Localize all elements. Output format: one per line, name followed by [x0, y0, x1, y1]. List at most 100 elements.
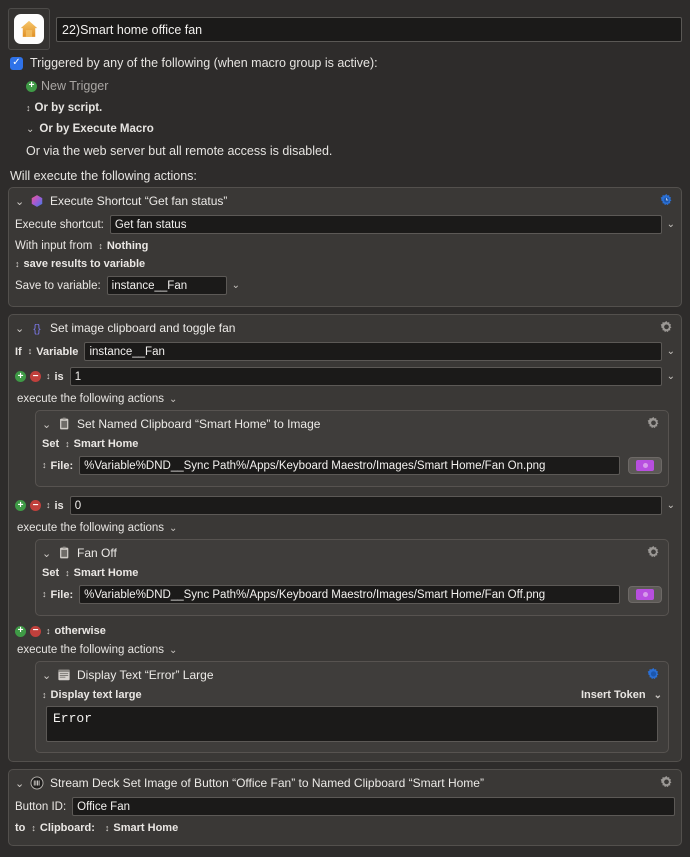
gear-icon-blue[interactable]: [659, 193, 674, 208]
stepper-icon[interactable]: ↕: [15, 259, 20, 269]
save-results-row[interactable]: ↕ save results to variable: [15, 255, 675, 273]
save-to-variable-row[interactable]: Save to variable: instance__Fan ⌄: [15, 273, 675, 298]
stepper-icon[interactable]: ↕: [46, 626, 51, 636]
new-action-button[interactable]: + New Action: [0, 853, 690, 857]
condition-row[interactable]: + − ↕ is 0 ⌄: [15, 493, 675, 518]
chevron-down-icon[interactable]: ⌄: [169, 394, 177, 405]
otherwise-row[interactable]: + − ↕ otherwise: [15, 622, 675, 640]
condition-operator[interactable]: is: [55, 500, 64, 512]
if-type-value[interactable]: Variable: [36, 346, 78, 358]
macro-icon-well[interactable]: [8, 8, 50, 50]
macro-name-field[interactable]: 22)Smart home office fan: [56, 17, 682, 42]
file-path-input[interactable]: %Variable%DND__Sync Path%/Apps/Keyboard …: [79, 456, 620, 475]
condition-row[interactable]: + − ↕ is 1 ⌄: [15, 364, 675, 389]
condition-value-input[interactable]: 0: [69, 496, 662, 515]
disclosure-chevron-icon[interactable]: ⌄: [15, 322, 24, 335]
stepper-icon[interactable]: ↕: [98, 241, 103, 251]
gear-icon-blue[interactable]: [646, 667, 661, 682]
with-input-from-value[interactable]: Nothing: [107, 240, 149, 252]
set-clipboard-row[interactable]: Set ↕ Smart Home: [42, 435, 662, 453]
disclosure-chevron-icon[interactable]: ⌄: [42, 418, 51, 431]
or-by-execute-macro-row[interactable]: ⌄ Or by Execute Macro: [10, 123, 682, 135]
condition-operator[interactable]: is: [55, 371, 64, 383]
trigger-enabled-row[interactable]: ✓ Triggered by any of the following (whe…: [10, 56, 682, 70]
button-id-input[interactable]: Office Fan: [72, 797, 675, 816]
chevron-down-icon[interactable]: ⌄: [667, 346, 675, 357]
clipboard-value[interactable]: Smart Home: [113, 822, 178, 834]
if-variable-input[interactable]: instance__Fan: [84, 342, 662, 361]
plus-icon[interactable]: +: [15, 625, 26, 637]
chevron-down-icon[interactable]: ⌄: [667, 500, 675, 511]
button-id-row[interactable]: Button ID: Office Fan: [15, 794, 675, 819]
execute-following-actions-row[interactable]: execute the following actions ⌄: [15, 640, 675, 661]
condition-value-input[interactable]: 1: [69, 367, 662, 386]
image-thumbnail-button[interactable]: [628, 586, 662, 603]
chevron-down-icon[interactable]: ⌄: [232, 280, 240, 291]
action-display-text[interactable]: ⌄ Display Text “Error” Large ↕ Display t…: [35, 661, 669, 753]
file-row[interactable]: ↕ File: %Variable%DND__Sync Path%/Apps/K…: [42, 453, 662, 478]
gear-icon-gray[interactable]: [646, 416, 661, 431]
chevron-down-icon[interactable]: ⌄: [654, 690, 662, 701]
plus-icon[interactable]: +: [15, 371, 26, 382]
chevron-down-icon[interactable]: ⌄: [169, 645, 177, 656]
chevron-down-icon[interactable]: ⌄: [667, 219, 675, 230]
file-row[interactable]: ↕ File: %Variable%DND__Sync Path%/Apps/K…: [42, 582, 662, 607]
plus-icon[interactable]: +: [26, 80, 37, 92]
file-path-input[interactable]: %Variable%DND__Sync Path%/Apps/Keyboard …: [79, 585, 620, 604]
chevron-down-icon[interactable]: ⌄: [169, 523, 177, 534]
chevron-down-icon[interactable]: ⌄: [667, 371, 675, 382]
stepper-icon[interactable]: ↕: [31, 823, 36, 833]
gear-icon-gray[interactable]: [646, 545, 661, 560]
set-value[interactable]: Smart Home: [74, 567, 139, 579]
chevron-down-icon[interactable]: ⌄: [26, 124, 34, 135]
save-results-label[interactable]: save results to variable: [24, 258, 146, 270]
checkmark-icon[interactable]: ✓: [10, 56, 23, 70]
to-clipboard-row[interactable]: to ↕ Clipboard: ↕ Smart Home: [15, 819, 675, 837]
with-input-from-row[interactable]: With input from ↕ Nothing: [15, 237, 675, 255]
or-by-script-row[interactable]: ↕ Or by script.: [10, 102, 682, 114]
stepper-icon[interactable]: ↕: [65, 439, 70, 449]
execute-following-actions-row[interactable]: execute the following actions ⌄: [15, 518, 675, 539]
stepper-icon[interactable]: ↕: [26, 103, 31, 113]
stepper-icon[interactable]: ↕: [28, 347, 33, 356]
disclosure-chevron-icon[interactable]: ⌄: [42, 669, 51, 682]
stepper-icon[interactable]: ↕: [46, 501, 51, 510]
stepper-icon[interactable]: ↕: [105, 823, 110, 833]
action-fan-off[interactable]: ⌄ Fan Off Set ↕ Smart Home ↕ File: %Vari…: [35, 539, 669, 616]
stepper-icon[interactable]: ↕: [65, 568, 70, 578]
action-stream-deck-set-image[interactable]: ⌄ Stream Deck Set Image of Button “Offic…: [8, 769, 682, 846]
action-header[interactable]: ⌄ Display Text “Error” Large: [42, 667, 662, 686]
action-header[interactable]: ⌄ Execute Shortcut “Get fan status”: [15, 193, 675, 212]
clipboard-label[interactable]: Clipboard:: [40, 822, 95, 834]
image-thumbnail-button[interactable]: [628, 457, 662, 474]
action-header[interactable]: ⌄ {} Set image clipboard and toggle fan: [15, 320, 675, 339]
action-header[interactable]: ⌄ Fan Off: [42, 545, 662, 564]
stepper-icon[interactable]: ↕: [42, 461, 47, 470]
display-mode-value[interactable]: Display text large: [51, 689, 142, 701]
if-variable-row[interactable]: If ↕ Variable instance__Fan ⌄: [15, 339, 675, 364]
minus-icon[interactable]: −: [30, 371, 41, 382]
set-clipboard-row[interactable]: Set ↕ Smart Home: [42, 564, 662, 582]
action-set-named-clipboard[interactable]: ⌄ Set Named Clipboard “Smart Home” to Im…: [35, 410, 669, 487]
disclosure-chevron-icon[interactable]: ⌄: [15, 777, 24, 790]
set-value[interactable]: Smart Home: [74, 438, 139, 450]
insert-token-button[interactable]: Insert Token ⌄: [581, 689, 662, 701]
action-header[interactable]: ⌄ Stream Deck Set Image of Button “Offic…: [15, 775, 675, 794]
execute-shortcut-row[interactable]: Execute shortcut: Get fan status ⌄: [15, 212, 675, 237]
action-execute-shortcut[interactable]: ⌄ Execute Shortcut “Get fan status” Exec…: [8, 187, 682, 307]
minus-icon[interactable]: −: [30, 500, 41, 511]
new-trigger-button[interactable]: + New Trigger: [10, 79, 682, 93]
action-if-then-else[interactable]: ⌄ {} Set image clipboard and toggle fan …: [8, 314, 682, 762]
execute-shortcut-input[interactable]: Get fan status: [109, 215, 662, 234]
gear-icon-gray[interactable]: [659, 320, 674, 335]
plus-icon[interactable]: +: [15, 500, 26, 511]
save-to-variable-input[interactable]: instance__Fan: [106, 276, 227, 295]
otherwise-label[interactable]: otherwise: [55, 625, 106, 637]
execute-following-actions-row[interactable]: execute the following actions ⌄: [15, 389, 675, 410]
display-text-textarea[interactable]: Error: [46, 706, 658, 742]
action-header[interactable]: ⌄ Set Named Clipboard “Smart Home” to Im…: [42, 416, 662, 435]
stepper-icon[interactable]: ↕: [42, 590, 47, 599]
minus-icon[interactable]: −: [30, 625, 41, 637]
disclosure-chevron-icon[interactable]: ⌄: [15, 195, 24, 208]
gear-icon-gray[interactable]: [659, 775, 674, 790]
